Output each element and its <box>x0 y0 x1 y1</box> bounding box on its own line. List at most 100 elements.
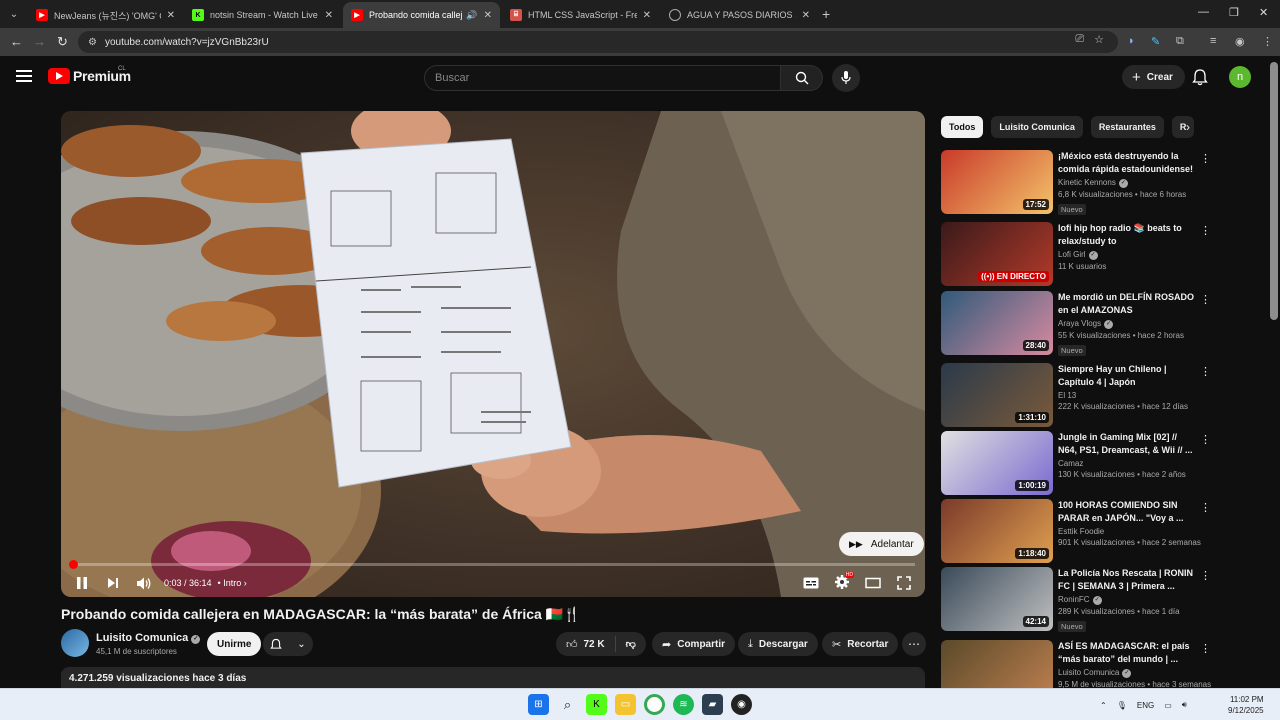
subtitles-icon[interactable] <box>803 577 819 589</box>
video-title[interactable]: ¡México está destruyendo la comida rápid… <box>1058 150 1198 176</box>
recommended-video[interactable]: 1:00:19 Jungle in Gaming Mix [02] // N64,… <box>941 431 1211 495</box>
video-title[interactable]: Me mordió un DELFÍN ROSADO en el AMAZONA… <box>1058 291 1198 317</box>
video-title[interactable]: La Policía Nos Rescata | RONIN FC | SEMA… <box>1058 567 1198 593</box>
more-vertical-icon[interactable]: ⋮ <box>1200 224 1211 237</box>
subscription-notifications-button[interactable]: ⌄ <box>263 632 313 656</box>
recommended-video[interactable]: 17:52 ¡México está destruyendo la comida … <box>941 150 1211 215</box>
more-vertical-icon[interactable]: ⋮ <box>1200 293 1211 306</box>
recommended-video[interactable]: 1:18:40 100 HORAS COMIENDO SIN PARAR en J… <box>941 499 1211 563</box>
clock[interactable]: 11:02 PM 9/12/2025 <box>1228 694 1264 716</box>
close-tab-icon[interactable]: ✕ <box>167 10 175 21</box>
video-thumbnail[interactable]: 28:40 <box>941 291 1053 355</box>
minimize-window-icon[interactable]: — <box>1198 6 1209 18</box>
channel-avatar[interactable] <box>61 629 89 657</box>
recommended-video[interactable]: 1:31:10 Siempre Hay un Chileno | Capítulo… <box>941 363 1211 427</box>
notifications-button[interactable] <box>1192 68 1208 91</box>
chapter-button[interactable]: • Intro › <box>218 578 247 588</box>
channel-name[interactable]: Lofi Girl ✓ <box>1058 250 1198 260</box>
volume-button[interactable] <box>137 577 152 590</box>
windows-start-icon[interactable]: ⊞ <box>528 694 549 715</box>
chip-restaurants[interactable]: Restaurantes <box>1090 116 1164 138</box>
app-icon[interactable]: ◉ <box>731 694 752 715</box>
close-window-icon[interactable]: ✕ <box>1259 6 1268 19</box>
address-bar[interactable]: ⚙ youtube.com/watch?v=jzVGnBb23rU ⎚ ☆ <box>78 31 1118 53</box>
new-tab-button[interactable]: + <box>822 6 830 22</box>
kick-app-icon[interactable]: K <box>586 694 607 715</box>
like-button[interactable]: 👍︎ 72 K <box>556 636 616 652</box>
video-title[interactable]: 100 HORAS COMIENDO SIN PARAR en JAPÓN...… <box>1058 499 1198 525</box>
video-title[interactable]: lofi hip hop radio 📚 beats to relax/stud… <box>1058 222 1198 248</box>
terminal-icon[interactable]: ▰ <box>702 694 723 715</box>
microphone-icon[interactable]: 🎙︎ <box>1117 701 1127 710</box>
recommended-video[interactable]: 28:40 Me mordió un DELFÍN ROSADO en el AM… <box>941 291 1211 356</box>
more-vertical-icon[interactable]: ⋮ <box>1200 501 1211 514</box>
next-button[interactable] <box>107 577 119 589</box>
close-tab-icon[interactable]: ✕ <box>325 10 333 21</box>
chevron-up-icon[interactable]: ⌃ <box>1100 701 1107 710</box>
video-thumbnail[interactable]: 42:14 <box>941 567 1053 631</box>
video-title[interactable]: Jungle in Gaming Mix [02] // N64, PS1, D… <box>1058 431 1198 457</box>
chevron-right-icon[interactable]: › <box>1186 120 1190 134</box>
chip-channel[interactable]: Luisito Comunica <box>991 116 1083 138</box>
page-scrollbar[interactable] <box>1270 62 1278 320</box>
voice-search-button[interactable] <box>832 64 860 92</box>
channel-name-link[interactable]: Luisito Comunica ✓ <box>96 632 201 644</box>
close-tab-icon[interactable]: ✕ <box>643 10 651 21</box>
dislike-button[interactable]: 👎︎ <box>616 638 646 650</box>
reload-icon[interactable]: ↻ <box>57 34 68 50</box>
forward-icon[interactable]: → <box>33 34 46 49</box>
volume-icon[interactable]: 🔊︎ <box>1182 700 1187 710</box>
settings-button[interactable]: HD <box>835 572 854 591</box>
back-icon[interactable]: ← <box>10 34 23 49</box>
channel-name[interactable]: Kinetic Kennons ✓ <box>1058 178 1198 188</box>
chrome-icon[interactable] <box>644 694 665 715</box>
site-info-icon[interactable]: ⚙ <box>88 37 97 48</box>
join-button[interactable]: Unirme <box>207 632 262 656</box>
profile-icon[interactable]: ◉ <box>1235 35 1245 48</box>
browser-tab[interactable]: ▶ NewJeans (뉴진스) 'OMG' Offic ✕ <box>28 2 183 28</box>
tab-search-button[interactable]: ⌄ <box>4 4 24 24</box>
clip-button[interactable]: ✂ Recortar <box>822 632 899 656</box>
more-vertical-icon[interactable]: ⋮ <box>1200 642 1211 655</box>
more-vertical-icon[interactable]: ⋮ <box>1200 152 1211 165</box>
pause-button[interactable] <box>75 576 89 590</box>
browser-tab[interactable]: AGUA Y PASOS DIARIOS 💦🏃 ✕ <box>661 2 818 28</box>
video-title[interactable]: ASÍ ES MADAGASCAR: el país “más barato” … <box>1058 640 1198 666</box>
progress-bar[interactable] <box>69 560 915 569</box>
cast-icon[interactable]: ⎚ <box>1075 33 1084 46</box>
theater-mode-icon[interactable] <box>865 577 881 589</box>
media-controls-icon[interactable]: ≡ <box>1210 35 1216 47</box>
chip-all[interactable]: Todos <box>941 116 984 138</box>
menu-icon[interactable] <box>16 70 32 82</box>
channel-name[interactable]: Camaz <box>1058 459 1198 468</box>
video-title[interactable]: Siempre Hay un Chileno | Capítulo 4 | Ja… <box>1058 363 1198 389</box>
monitor-icon[interactable]: ▭ <box>1164 701 1172 710</box>
youtube-premium-logo[interactable]: Premium CL <box>48 66 131 84</box>
spotify-icon[interactable]: ≋ <box>673 694 694 715</box>
close-tab-icon[interactable]: ✕ <box>802 10 810 21</box>
browser-tab-active[interactable]: ▶ Probando comida callejera 🔊 ✕ <box>343 2 500 28</box>
fullscreen-icon[interactable] <box>897 576 911 590</box>
chip-more[interactable]: R <box>1171 116 1195 138</box>
video-player[interactable]: ▶▶ Adelantar 0:03 / 36:14 • Intro › HD <box>61 111 925 597</box>
create-button[interactable]: + Crear <box>1122 65 1185 89</box>
file-explorer-icon[interactable]: ▭ <box>615 694 636 715</box>
video-thumbnail[interactable]: 1:00:19 <box>941 431 1053 495</box>
more-vertical-icon[interactable]: ⋮ <box>1200 569 1211 582</box>
close-tab-icon[interactable]: ✕ <box>484 10 492 21</box>
more-vertical-icon[interactable]: ⋮ <box>1200 365 1211 378</box>
share-button[interactable]: ➦ Compartir <box>652 632 736 656</box>
download-button[interactable]: ⤓ Descargar <box>738 632 818 656</box>
browser-tab[interactable]: K notsin Stream - Watch Live on ✕ <box>184 2 341 28</box>
browser-menu-icon[interactable]: ⋮ <box>1262 35 1273 48</box>
recommended-video[interactable]: ((•)) EN DIRECTO lofi hip hop radio 📚 bea… <box>941 222 1211 286</box>
browser-tab[interactable]: ⌸ HTML CSS JavaScript - Free Onl ✕ <box>502 2 659 28</box>
progress-scrubber[interactable] <box>69 560 78 569</box>
channel-name[interactable]: El 13 <box>1058 391 1198 400</box>
video-thumbnail[interactable]: ((•)) EN DIRECTO <box>941 222 1053 286</box>
audio-playing-icon[interactable]: 🔊 <box>466 10 477 21</box>
skip-forward-button[interactable]: ▶▶ Adelantar <box>839 532 924 556</box>
more-actions-button[interactable]: ⋯ <box>902 632 926 656</box>
extensions-puzzle-icon[interactable]: ⧉ <box>1176 35 1184 48</box>
channel-name[interactable]: Luisito Comunica ✓ <box>1058 668 1198 678</box>
